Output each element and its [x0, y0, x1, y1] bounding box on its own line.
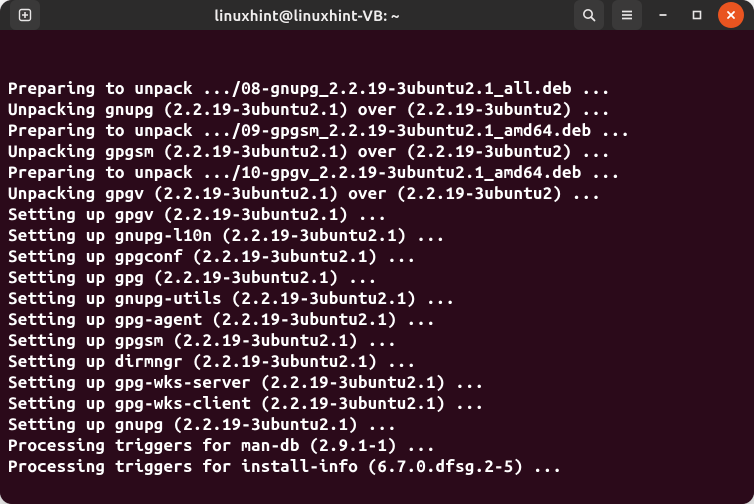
- terminal-line: Preparing to unpack .../08-gnupg_2.2.19-…: [8, 78, 746, 99]
- minimize-button[interactable]: [650, 2, 676, 28]
- close-icon: [725, 9, 737, 21]
- terminal-line: Preparing to unpack .../10-gpgv_2.2.19-3…: [8, 162, 746, 183]
- terminal-line: Setting up gnupg (2.2.19-3ubuntu2.1) ...: [8, 414, 746, 435]
- terminal-line: Setting up gpgsm (2.2.19-3ubuntu2.1) ...: [8, 330, 746, 351]
- minimize-icon: [657, 9, 669, 21]
- window-title: linuxhint@linuxhint-VB: ~: [48, 7, 566, 24]
- terminal-line: Preparing to unpack .../09-gpgsm_2.2.19-…: [8, 120, 746, 141]
- terminal-output: Preparing to unpack .../08-gnupg_2.2.19-…: [8, 78, 746, 477]
- search-icon: [581, 7, 597, 23]
- search-button[interactable]: [574, 0, 604, 30]
- terminal-line: Processing triggers for install-info (6.…: [8, 456, 746, 477]
- new-tab-button[interactable]: [10, 0, 40, 30]
- terminal-line: Unpacking gpgsm (2.2.19-3ubuntu2.1) over…: [8, 141, 746, 162]
- terminal-line: Setting up gpgv (2.2.19-3ubuntu2.1) ...: [8, 204, 746, 225]
- maximize-icon: [691, 9, 703, 21]
- maximize-button[interactable]: [684, 2, 710, 28]
- terminal-line: Setting up gnupg-l10n (2.2.19-3ubuntu2.1…: [8, 225, 746, 246]
- hamburger-icon: [619, 7, 635, 23]
- close-button[interactable]: [718, 2, 744, 28]
- terminal-line: Setting up gpgconf (2.2.19-3ubuntu2.1) .…: [8, 246, 746, 267]
- terminal-line: Unpacking gpgv (2.2.19-3ubuntu2.1) over …: [8, 183, 746, 204]
- terminal-window: linuxhint@linuxhint-VB: ~: [0, 0, 754, 504]
- terminal-viewport[interactable]: Preparing to unpack .../08-gnupg_2.2.19-…: [0, 30, 754, 504]
- terminal-line: Setting up gnupg-utils (2.2.19-3ubuntu2.…: [8, 288, 746, 309]
- terminal-line: Processing triggers for man-db (2.9.1-1)…: [8, 435, 746, 456]
- terminal-line: Setting up gpg-agent (2.2.19-3ubuntu2.1)…: [8, 309, 746, 330]
- scrollbar-track: [742, 34, 752, 504]
- hamburger-menu-button[interactable]: [612, 0, 642, 30]
- titlebar: linuxhint@linuxhint-VB: ~: [0, 0, 754, 30]
- terminal-line: Setting up dirmngr (2.2.19-3ubuntu2.1) .…: [8, 351, 746, 372]
- terminal-line: Setting up gpg-wks-client (2.2.19-3ubunt…: [8, 393, 746, 414]
- terminal-line: Setting up gpg (2.2.19-3ubuntu2.1) ...: [8, 267, 746, 288]
- terminal-scrollbar[interactable]: [740, 30, 752, 504]
- terminal-line: Unpacking gnupg (2.2.19-3ubuntu2.1) over…: [8, 99, 746, 120]
- new-tab-icon: [17, 7, 33, 23]
- terminal-line: Setting up gpg-wks-server (2.2.19-3ubunt…: [8, 372, 746, 393]
